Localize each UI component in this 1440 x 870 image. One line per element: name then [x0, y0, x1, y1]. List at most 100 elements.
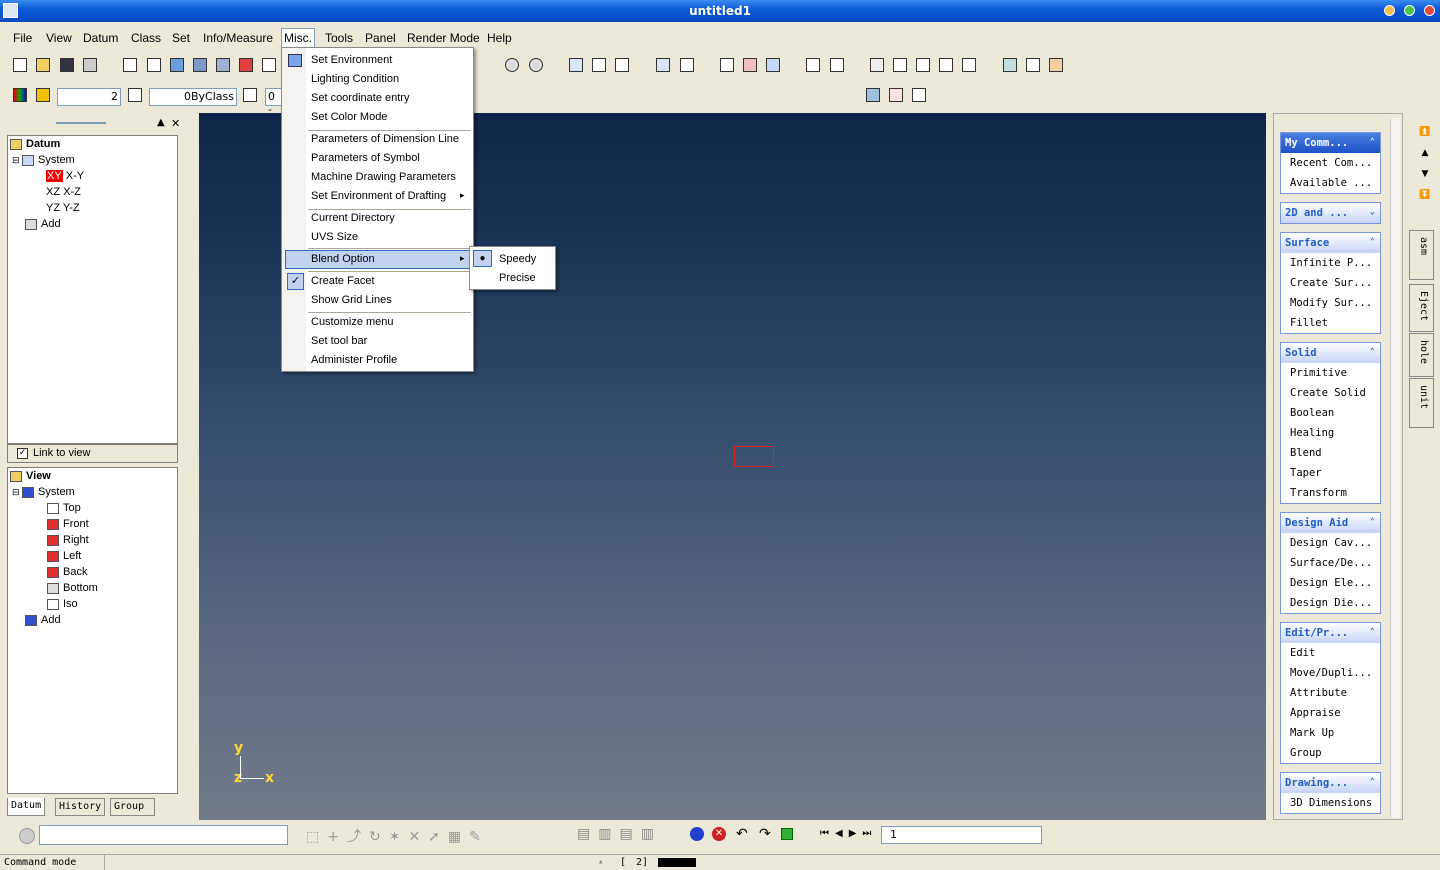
redo-icon[interactable]: ↷ [759, 826, 771, 842]
pattern-2-icon[interactable]: ▥ [598, 826, 619, 842]
view-bottom-node[interactable]: Bottom [47, 582, 98, 594]
viewport-2-icon[interactable] [891, 56, 909, 74]
shaded-edges-cube-icon[interactable] [191, 56, 209, 74]
datum-xz-node[interactable]: XZ X-Z [46, 186, 81, 198]
close-button[interactable] [1424, 5, 1435, 16]
command-input[interactable] [39, 825, 288, 845]
menu-render-mode[interactable]: Render Mode [405, 30, 482, 46]
command-item[interactable]: Mark Up [1281, 723, 1380, 743]
command-item[interactable]: Primitive [1281, 363, 1380, 383]
rotate-icon[interactable]: ↻ [369, 829, 389, 845]
menu-set-environment[interactable]: Set Environment [311, 54, 392, 66]
view-right-node[interactable]: Right [47, 534, 89, 546]
command-group-header[interactable]: Design Aid ⌃ [1281, 513, 1380, 533]
menu-datum[interactable]: Datum [81, 30, 120, 46]
rotate-view-icon[interactable] [567, 56, 585, 74]
pen-icon[interactable] [126, 86, 144, 104]
info-icon[interactable] [690, 827, 704, 841]
menu-parameters-dimension-line[interactable]: Parameters of Dimension Line [311, 133, 459, 145]
menu-customize-menu[interactable]: Customize menu [311, 316, 394, 328]
datum-xy-node[interactable]: XY X-Y [46, 170, 84, 182]
first-page-icon[interactable]: ⏮ [820, 828, 835, 839]
axis-arrow-icon[interactable] [678, 56, 696, 74]
command-item[interactable]: Group [1281, 743, 1380, 763]
snap-plane-icon[interactable] [718, 56, 736, 74]
side-tab-unit[interactable]: unit [1409, 378, 1434, 428]
menu-create-facet[interactable]: Create Facet [311, 275, 375, 287]
menu-set-coordinate-entry[interactable]: Set coordinate entry [311, 92, 409, 104]
color-settings-icon[interactable] [864, 86, 882, 104]
menu-speedy[interactable]: Speedy [499, 253, 536, 265]
command-panel-scrollbar[interactable] [1390, 118, 1400, 818]
collapse-chevron-icon[interactable]: ⌃ [1370, 237, 1375, 247]
collapse-chevron-icon[interactable]: ⌃ [1370, 347, 1375, 357]
grid-icon[interactable] [764, 56, 782, 74]
snap-point-icon[interactable] [741, 56, 759, 74]
menu-class[interactable]: Class [129, 30, 163, 46]
pointer-icon[interactable]: ➚ [428, 829, 448, 845]
book-open-icon[interactable] [1001, 56, 1019, 74]
menu-help[interactable]: Help [485, 30, 514, 46]
command-item[interactable]: Available ... [1281, 173, 1380, 193]
command-item[interactable]: Healing [1281, 423, 1380, 443]
expand-chevron-icon[interactable]: ⌄ [1370, 207, 1375, 217]
calendar-table-icon[interactable] [910, 86, 928, 104]
view-system-node[interactable]: ⊟ System [12, 486, 75, 498]
collapse-chevron-icon[interactable]: ⌃ [1370, 137, 1375, 147]
menu-view[interactable]: View [44, 30, 74, 46]
command-group-header[interactable]: Edit/Pr... ⌃ [1281, 623, 1380, 643]
minimize-button[interactable] [1384, 5, 1395, 16]
command-item[interactable]: Transform [1281, 483, 1380, 503]
viewport-1-icon[interactable] [868, 56, 886, 74]
cube-section-icon[interactable] [260, 56, 278, 74]
maximize-button[interactable] [1404, 5, 1415, 16]
tab-history[interactable]: History [55, 798, 106, 816]
layer-icon[interactable] [804, 56, 822, 74]
command-item[interactable]: Move/Dupli... [1281, 663, 1380, 683]
command-group-header[interactable]: Drawing... ⌃ [1281, 773, 1380, 793]
stop-icon[interactable]: ✕ [712, 827, 726, 841]
command-item[interactable]: Edit [1281, 643, 1380, 663]
datum-system-node[interactable]: ⊟ System [12, 154, 75, 166]
panel-gripper[interactable] [56, 122, 106, 124]
menu-set-color-mode[interactable]: Set Color Mode [311, 111, 387, 123]
command-item[interactable]: Modify Sur... [1281, 293, 1380, 313]
scroll-up-icon[interactable]: ▲ [1418, 143, 1432, 164]
viewport-3-icon[interactable] [914, 56, 932, 74]
side-tab-hole[interactable]: hole [1409, 333, 1434, 377]
undo-view-icon[interactable] [503, 56, 521, 74]
viewport-5-icon[interactable] [960, 56, 978, 74]
zoom-window-icon[interactable] [590, 56, 608, 74]
open-folder-icon[interactable] [34, 56, 52, 74]
side-tab-eject[interactable]: Eject [1409, 284, 1434, 332]
panel-collapse-icon[interactable]: ▲ [157, 117, 165, 128]
command-group-header[interactable]: My Comm... ⌃ [1281, 133, 1380, 153]
last-page-icon[interactable]: ⏭ [862, 828, 877, 839]
menu-file[interactable]: File [11, 30, 34, 46]
menu-info-measure[interactable]: Info/Measure [201, 30, 275, 46]
menu-tools[interactable]: Tools [323, 30, 355, 46]
pattern-4-icon[interactable]: ▥ [641, 826, 662, 842]
command-item[interactable]: Fillet [1281, 313, 1380, 333]
command-item[interactable]: Create Sur... [1281, 273, 1380, 293]
view-top-node[interactable]: Top [47, 502, 81, 514]
view-front-node[interactable]: Front [47, 518, 89, 530]
command-item[interactable]: Blend [1281, 443, 1380, 463]
new-file-icon[interactable] [11, 56, 29, 74]
command-item[interactable]: Surface/De... [1281, 553, 1380, 573]
menu-parameters-symbol[interactable]: Parameters of Symbol [311, 152, 420, 164]
wireframe-cube-icon[interactable] [121, 56, 139, 74]
menu-administer-profile[interactable]: Administer Profile [311, 354, 397, 366]
green-cube-icon[interactable] [781, 828, 793, 840]
pattern-icon[interactable]: ▤ [577, 826, 598, 842]
view-iso-node[interactable]: Iso [47, 598, 78, 610]
red-cube-icon[interactable] [237, 56, 255, 74]
tab-datum[interactable]: Datum [7, 798, 46, 816]
command-item[interactable]: Taper [1281, 463, 1380, 483]
pan-hand-icon[interactable] [613, 56, 631, 74]
scroll-bottom-icon[interactable]: ⏬ [1418, 185, 1432, 206]
collapse-chevron-icon[interactable]: ⌃ [1370, 517, 1375, 527]
panel-close-icon[interactable]: ✕ [171, 117, 180, 130]
command-group-header[interactable]: Surface ⌃ [1281, 233, 1380, 253]
link-to-view-checkbox[interactable]: ✓ [17, 448, 28, 459]
